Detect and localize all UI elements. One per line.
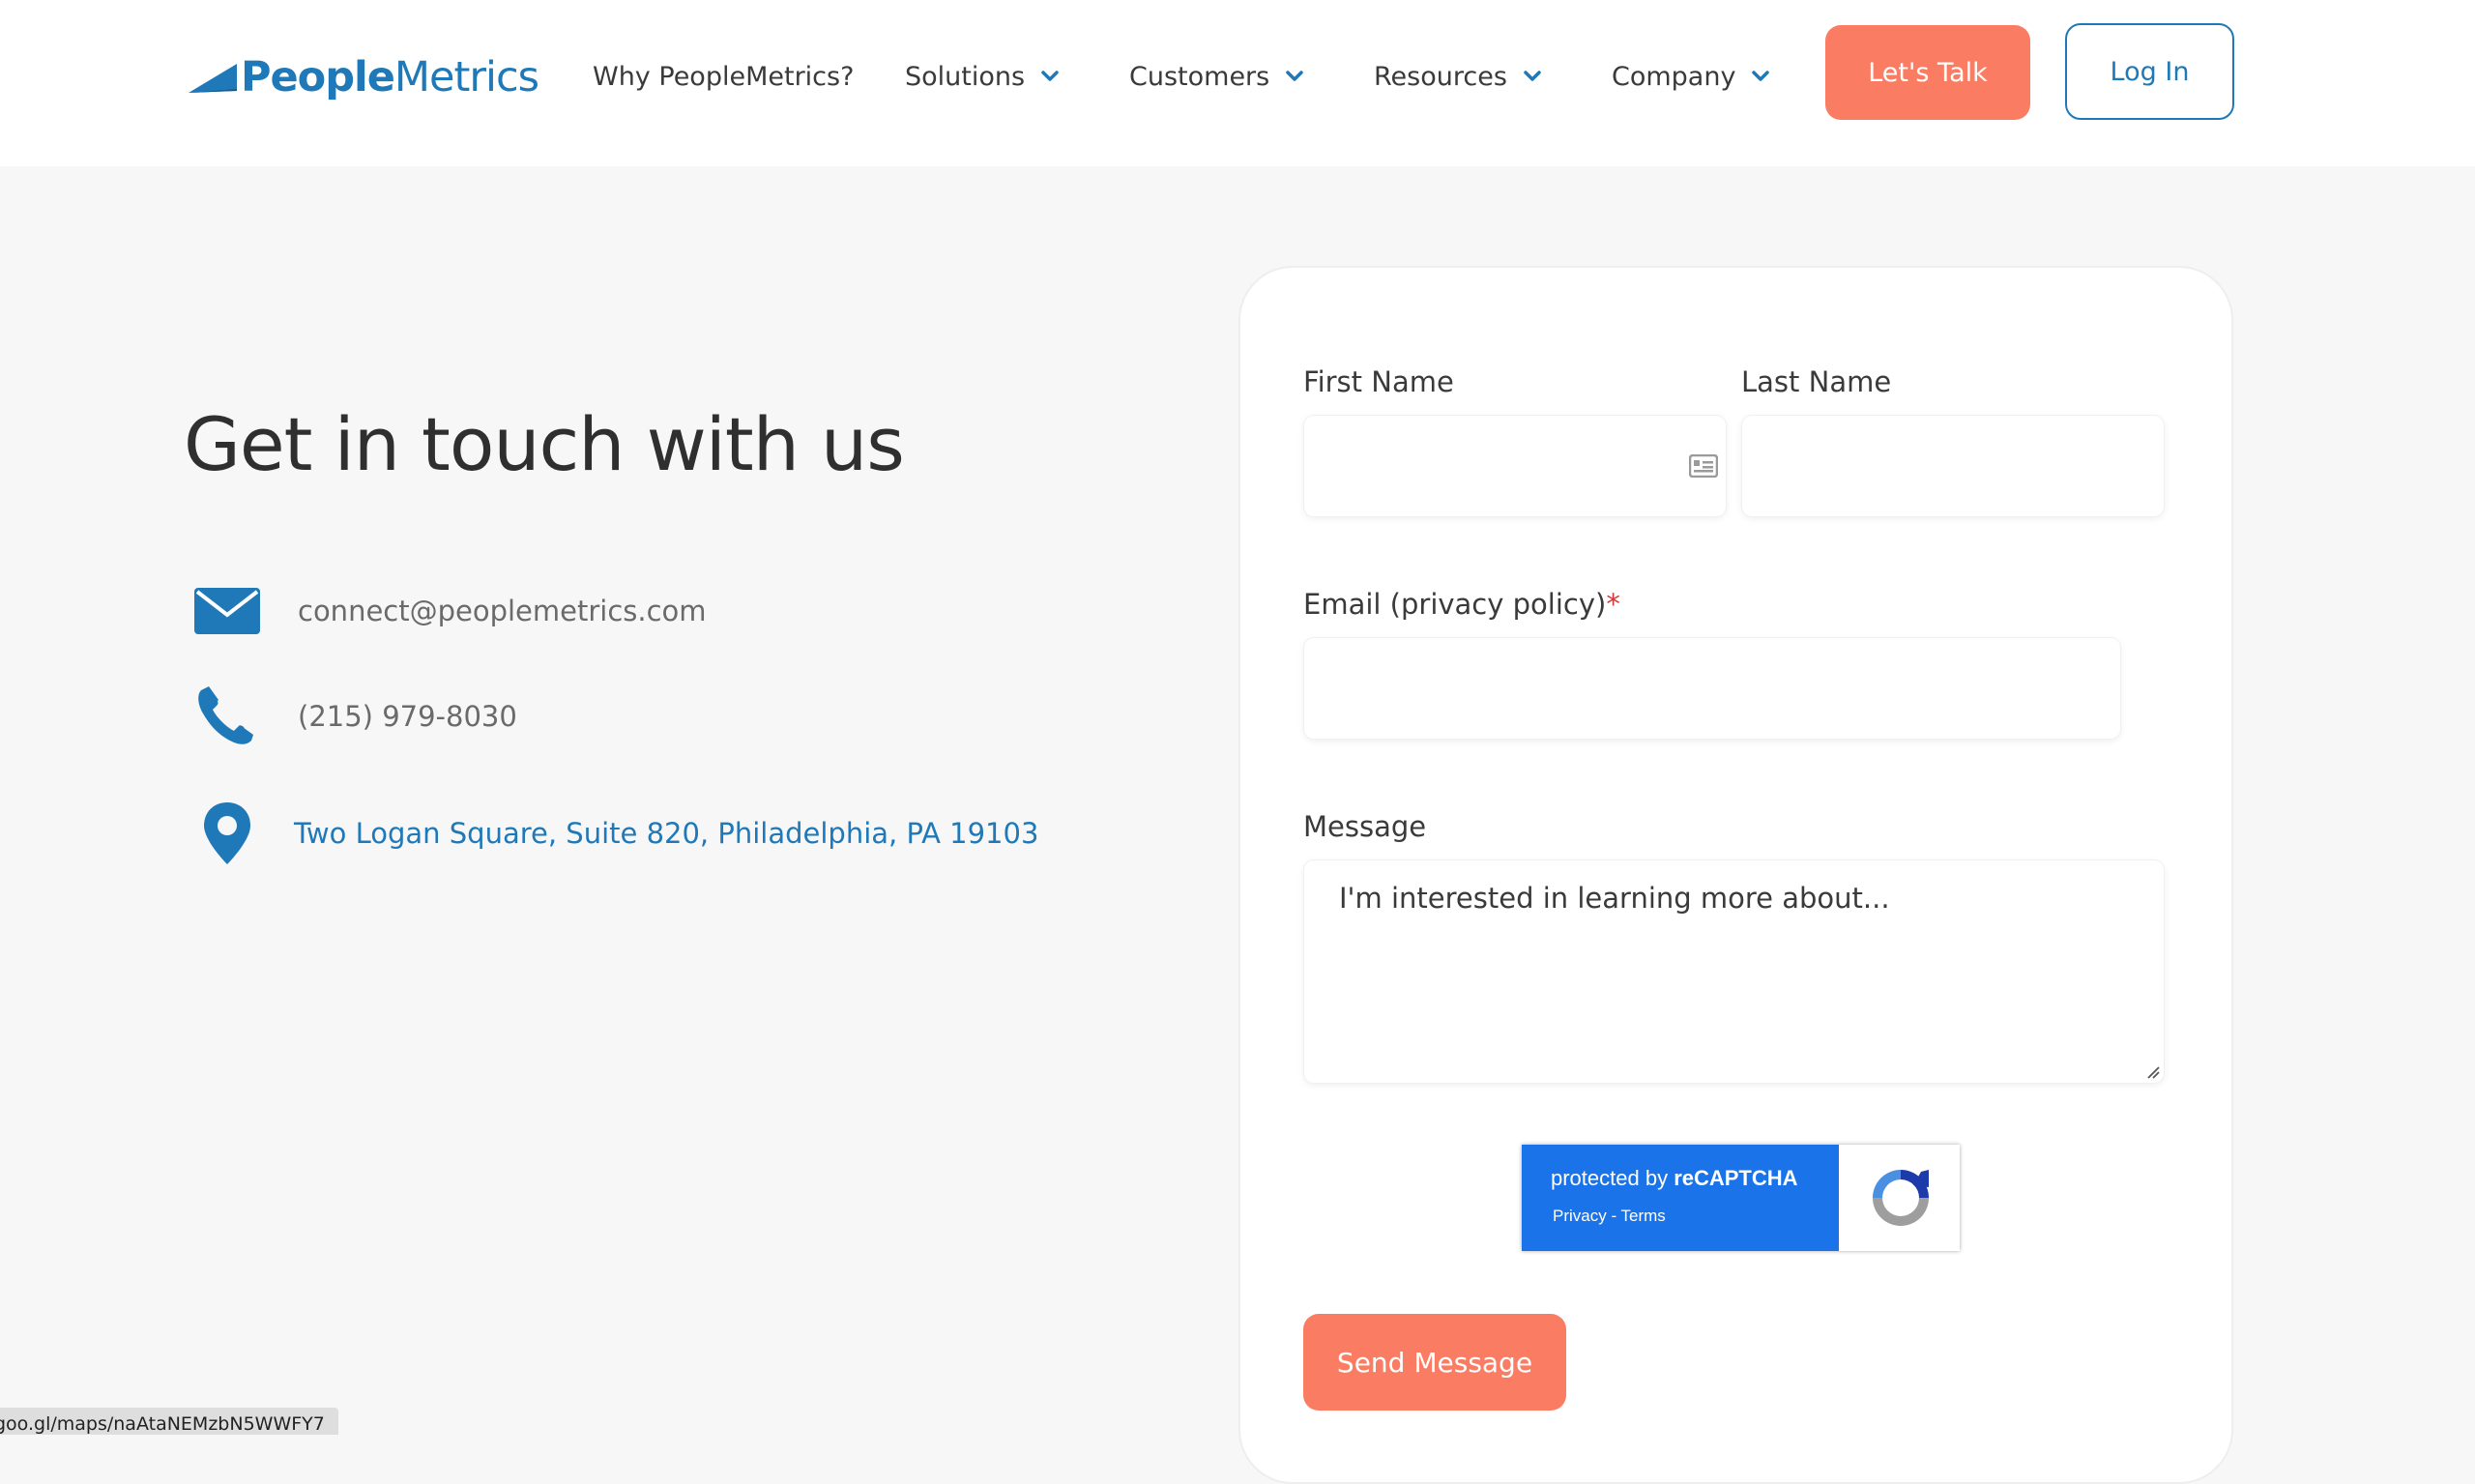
- recaptcha-privacy-terms[interactable]: Privacy - Terms: [1553, 1207, 1666, 1226]
- contact-phone-row: (215) 979-8030: [193, 684, 517, 748]
- recaptcha-protected-text: protected by reCAPTCHA: [1551, 1166, 1798, 1190]
- email-label: Email (privacy policy)*: [1303, 588, 1620, 621]
- log-in-button[interactable]: Log In: [2065, 23, 2234, 120]
- contact-email-row: connect@peoplemetrics.com: [193, 588, 707, 634]
- message-placeholder: I'm interested in learning more about...: [1339, 882, 1890, 915]
- send-message-button[interactable]: Send Message: [1303, 1314, 1566, 1411]
- message-label: Message: [1303, 810, 1427, 843]
- lets-talk-button[interactable]: Let's Talk: [1825, 25, 2030, 120]
- first-name-label: First Name: [1303, 365, 1454, 398]
- recaptcha-info-panel: protected by reCAPTCHA Privacy - Terms: [1522, 1145, 1839, 1251]
- required-asterisk: *: [1606, 588, 1620, 621]
- page-title: Get in touch with us: [184, 401, 905, 487]
- first-name-input[interactable]: [1304, 416, 1726, 516]
- nav-company[interactable]: Company: [1612, 56, 1770, 97]
- status-bar-url: goo.gl/maps/naAtaNEMzbN5WWFY7: [0, 1408, 338, 1435]
- nav-customers[interactable]: Customers: [1129, 56, 1304, 97]
- email-input[interactable]: [1304, 638, 2120, 739]
- logo-wordmark: PeopleMetrics: [241, 52, 539, 102]
- logo-mark-icon: [189, 64, 237, 93]
- phone-icon: [193, 684, 261, 748]
- envelope-icon: [193, 588, 261, 634]
- peoplemetrics-logo[interactable]: PeopleMetrics: [189, 50, 539, 104]
- nav-why-peoplemetrics[interactable]: Why PeopleMetrics?: [593, 56, 854, 97]
- chevron-down-icon: [1752, 71, 1770, 81]
- site-header: PeopleMetrics Why PeopleMetrics? Solutio…: [0, 0, 2475, 166]
- recaptcha-logo-icon: [1873, 1170, 1929, 1226]
- chevron-down-icon: [1524, 71, 1541, 81]
- recaptcha-badge[interactable]: protected by reCAPTCHA Privacy - Terms: [1522, 1145, 1960, 1251]
- nav-solutions[interactable]: Solutions: [905, 56, 1060, 97]
- contact-address-link[interactable]: Two Logan Square, Suite 820, Philadelphi…: [294, 817, 1038, 850]
- contact-address-row: Two Logan Square, Suite 820, Philadelphi…: [193, 802, 1038, 864]
- nav-resources[interactable]: Resources: [1374, 56, 1542, 97]
- chevron-down-icon: [1041, 71, 1059, 81]
- map-pin-icon: [193, 802, 261, 864]
- chevron-down-icon: [1286, 71, 1303, 81]
- resize-handle-icon[interactable]: [2146, 1065, 2160, 1079]
- contact-phone-link[interactable]: (215) 979-8030: [298, 700, 517, 733]
- contact-card-icon[interactable]: [1688, 453, 1719, 481]
- last-name-label: Last Name: [1741, 365, 1892, 398]
- last-name-input[interactable]: [1742, 416, 2164, 516]
- contact-email-link[interactable]: connect@peoplemetrics.com: [298, 595, 707, 627]
